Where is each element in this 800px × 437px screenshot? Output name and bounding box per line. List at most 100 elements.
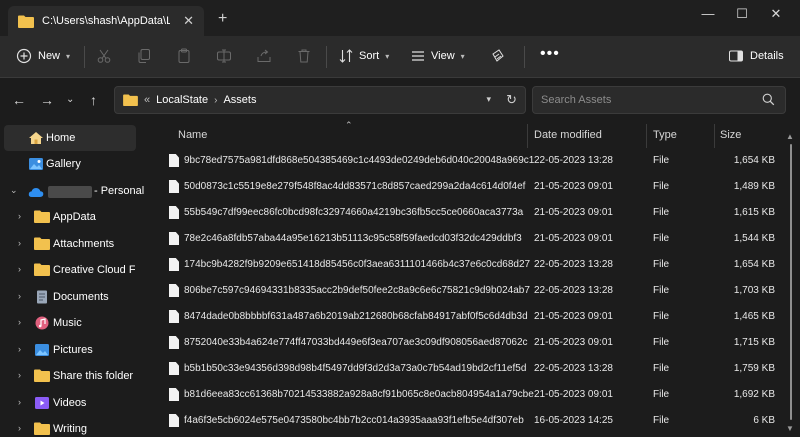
rename-icon[interactable] xyxy=(216,48,232,64)
search-box[interactable] xyxy=(532,86,786,114)
view-icon xyxy=(412,51,424,61)
chevron-right-icon[interactable]: › xyxy=(18,344,21,354)
file-date-modified: 21-05-2023 09:01 xyxy=(534,311,613,322)
sidebar-item-label: Home xyxy=(46,132,76,144)
minimize-button[interactable]: — xyxy=(694,6,722,26)
close-tab-icon[interactable]: ✕ xyxy=(183,13,194,29)
sidebar-item-attachments[interactable]: › Attachments xyxy=(4,231,136,257)
sidebar-item-appdata[interactable]: › AppData xyxy=(4,204,136,230)
sort-icon xyxy=(339,49,353,63)
file-icon xyxy=(169,362,179,375)
sidebar-item-share-this-folder[interactable]: › Share this folder xyxy=(4,363,136,389)
videos-icon xyxy=(34,396,50,410)
more-options-icon[interactable]: ••• xyxy=(540,45,560,63)
chevron-right-icon[interactable]: › xyxy=(18,423,21,433)
new-tab-button[interactable]: + xyxy=(218,10,227,28)
file-row[interactable]: 9bc78ed7575a981dfd868e504385469c1c4493de… xyxy=(153,148,785,174)
file-name: 174bc9b4282f9b9209e651418d85456c0f3aea63… xyxy=(184,259,531,270)
chevron-right-icon[interactable]: › xyxy=(18,238,21,248)
breadcrumb-item[interactable]: Assets xyxy=(223,94,256,106)
folder-icon xyxy=(34,237,50,251)
file-row[interactable]: 806be7c597c94694331b8335acc2b9def50fee2c… xyxy=(153,278,785,304)
column-divider[interactable] xyxy=(527,124,528,148)
sidebar-item-videos[interactable]: › Videos xyxy=(4,390,136,416)
file-type: File xyxy=(653,233,670,244)
chevron-right-icon[interactable]: › xyxy=(18,291,21,301)
sidebar-item-home[interactable]: Home xyxy=(4,125,136,151)
up-button[interactable]: ↑ xyxy=(90,92,97,108)
chevron-right-icon[interactable]: › xyxy=(18,211,21,221)
cloud-icon xyxy=(28,188,44,197)
refresh-icon[interactable]: ↻ xyxy=(506,92,517,108)
file-row[interactable]: 55b549c7df99eec86fc0bcd98fc32974660a4219… xyxy=(153,200,785,226)
file-row[interactable]: b81d6eea83cc61368b70214533882a928a8cf91b… xyxy=(153,382,785,408)
file-row[interactable]: 78e2c46a8fdb57aba44a95e16213b51113c95c58… xyxy=(153,226,785,252)
chevron-down-icon[interactable]: ⌄ xyxy=(10,185,18,196)
sort-label: Sort xyxy=(359,50,380,62)
column-header-type[interactable]: Type xyxy=(653,129,677,141)
sort-button[interactable]: Sort ▾ xyxy=(338,48,389,64)
back-button[interactable]: ← xyxy=(12,92,26,108)
file-row[interactable]: f4a6f3e5cb6024e575e0473580bc4bb7b2cc014a… xyxy=(153,408,785,434)
sidebar-item-gallery[interactable]: Gallery xyxy=(4,151,136,177)
sidebar-item-writing[interactable]: › Writing xyxy=(4,416,136,437)
divider xyxy=(326,46,327,68)
column-header-date[interactable]: Date modified xyxy=(534,129,602,141)
breadcrumb-item[interactable]: LocalState xyxy=(156,94,208,106)
sidebar-item-documents[interactable]: › Documents xyxy=(4,284,136,310)
maximize-button[interactable]: ☐ xyxy=(728,6,756,26)
recent-locations-chevron-icon[interactable]: ⌄ xyxy=(66,94,74,105)
search-icon[interactable] xyxy=(762,93,775,106)
chevron-down-icon: ▾ xyxy=(66,51,71,61)
paste-icon[interactable] xyxy=(176,48,192,64)
new-button[interactable]: New ▾ xyxy=(16,48,70,64)
file-type: File xyxy=(653,389,670,400)
view-button[interactable]: View ▾ xyxy=(410,48,465,64)
sidebar-item-label: Creative Cloud Files xyxy=(53,264,135,276)
breadcrumb-overflow[interactable]: « xyxy=(144,94,150,106)
file-row[interactable]: 50d0873c1c5519e8e279f548f8ac4dd83571c8d8… xyxy=(153,174,785,200)
share-icon[interactable] xyxy=(256,48,272,64)
cut-icon[interactable] xyxy=(96,48,112,64)
chevron-right-icon[interactable]: › xyxy=(18,264,21,274)
details-label: Details xyxy=(750,50,784,62)
file-row[interactable]: 8474dade0b8bbbbf631a487a6b2019ab212680b6… xyxy=(153,304,785,330)
column-divider[interactable] xyxy=(646,124,647,148)
chevron-right-icon[interactable]: › xyxy=(18,317,21,327)
file-row[interactable]: 174bc9b4282f9b9209e651418d85456c0f3aea63… xyxy=(153,252,785,278)
copy-icon[interactable] xyxy=(136,48,152,64)
sidebar-item-creative-cloud-files[interactable]: › Creative Cloud Files xyxy=(4,257,136,283)
sidebar-item-music[interactable]: › Music xyxy=(4,310,136,336)
scroll-down-arrow[interactable]: ▼ xyxy=(786,424,794,433)
sidebar-item-pictures[interactable]: › Pictures xyxy=(4,337,136,363)
file-row[interactable]: 8752040e33b4a624e774ff47033bd449e6f3ea70… xyxy=(153,330,785,356)
close-window-button[interactable]: ✕ xyxy=(762,6,790,26)
tab-current-folder[interactable]: C:\Users\shash\AppData\Local ✕ xyxy=(8,6,204,36)
delete-icon[interactable] xyxy=(296,48,312,64)
file-type: File xyxy=(653,285,670,296)
file-name: 50d0873c1c5519e8e279f548f8ac4dd83571c8d8… xyxy=(184,181,526,192)
file-icon xyxy=(169,310,179,323)
scrollbar-thumb[interactable] xyxy=(790,144,792,420)
details-button[interactable]: Details xyxy=(728,48,784,64)
chevron-right-icon[interactable]: › xyxy=(18,397,21,407)
scroll-up-arrow[interactable]: ▲ xyxy=(786,132,794,141)
address-bar[interactable]: « LocalState › Assets ▾ ↻ xyxy=(114,86,526,114)
file-size: 1,465 KB xyxy=(733,311,775,322)
file-date-modified: 22-05-2023 13:28 xyxy=(534,259,613,270)
filter-icon[interactable] xyxy=(490,48,506,64)
file-name: f4a6f3e5cb6024e575e0473580bc4bb7b2cc014a… xyxy=(184,415,524,426)
chevron-down-icon[interactable]: ▾ xyxy=(486,94,491,105)
chevron-right-icon[interactable]: › xyxy=(214,95,217,106)
tab-title: C:\Users\shash\AppData\Local xyxy=(42,15,170,27)
column-header-row: ⌃ Name Date modified Type Size xyxy=(153,120,785,148)
forward-button[interactable]: → xyxy=(40,92,54,108)
column-header-name[interactable]: Name xyxy=(178,129,207,141)
column-header-size[interactable]: Size xyxy=(720,129,741,141)
sidebar-item-onedrive[interactable]: ⌄ - Personal xyxy=(4,178,144,204)
search-input[interactable] xyxy=(541,94,751,106)
column-divider[interactable] xyxy=(714,124,715,148)
file-name: 55b549c7df99eec86fc0bcd98fc32974660a4219… xyxy=(184,207,524,218)
chevron-right-icon[interactable]: › xyxy=(18,370,21,380)
file-row[interactable]: b5b1b50c33e94356d398d98b4f5497dd9f3d2d3a… xyxy=(153,356,785,382)
